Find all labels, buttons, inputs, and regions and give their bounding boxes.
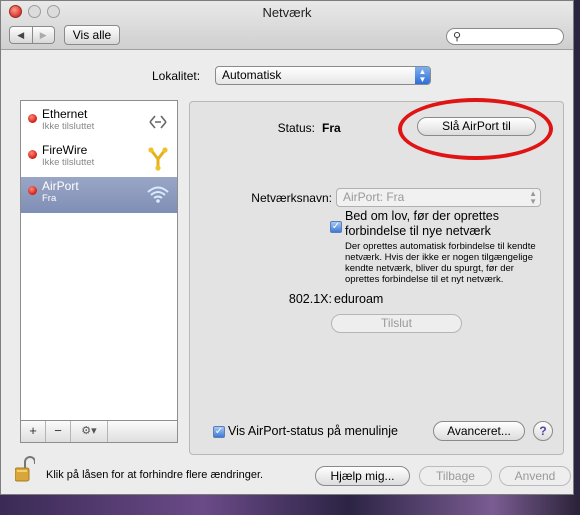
location-label: Lokalitet:	[152, 69, 201, 83]
window-title: Netværk	[262, 5, 312, 20]
status-value: Fra	[322, 121, 341, 135]
connect-button[interactable]: Tilslut	[331, 314, 462, 333]
back-button[interactable]: ◀	[10, 27, 32, 43]
service-item-firewire[interactable]: FireWire Ikke tilsluttet	[21, 141, 177, 177]
remove-service-button[interactable]: −	[46, 421, 71, 442]
service-status: Fra	[42, 193, 57, 204]
network-name-value: AirPort: Fra	[343, 190, 405, 204]
show-all-button[interactable]: Vis alle	[64, 25, 120, 45]
service-name: AirPort	[42, 179, 79, 193]
8021x-label: 802.1X:	[288, 292, 332, 306]
titlebar: Netværk ◀ ▶ Vis alle ⚲	[1, 1, 573, 50]
service-item-airport[interactable]: AirPort Fra	[21, 177, 177, 213]
search-icon: ⚲	[453, 31, 462, 43]
assist-me-button[interactable]: Hjælp mig...	[315, 466, 410, 486]
service-status: Ikke tilsluttet	[42, 157, 95, 168]
advanced-button[interactable]: Avanceret...	[433, 421, 525, 441]
show-menu-status-checkbox[interactable]: ✓	[213, 426, 225, 438]
status-dot-icon	[28, 150, 37, 159]
network-name-select[interactable]: AirPort: Fra ▲ ▼	[336, 188, 541, 207]
search-field[interactable]: ⚲	[446, 28, 564, 45]
service-status: Ikke tilsluttet	[42, 121, 95, 132]
ethernet-icon	[149, 115, 167, 129]
location-value: Automatisk	[222, 68, 282, 82]
lock-message: Klik på låsen for at forhindre flere ænd…	[46, 469, 264, 481]
network-name-label: Netværksnavn:	[251, 191, 332, 205]
nav-buttons: ◀ ▶	[9, 26, 55, 44]
ask-to-join-description: Der oprettes automatisk forbindelse til …	[345, 241, 536, 285]
ask-to-join-checkbox[interactable]: ✓	[330, 221, 342, 233]
service-list: Ethernet Ikke tilsluttet FireWire Ikke t…	[20, 100, 178, 421]
status-dot-icon	[28, 114, 37, 123]
8021x-value: eduroam	[334, 292, 384, 306]
forward-button[interactable]: ▶	[31, 27, 55, 43]
desktop-background	[0, 495, 580, 515]
select-arrows-icon: ▲ ▼	[415, 67, 430, 84]
apply-button[interactable]: Anvend	[499, 466, 571, 486]
add-service-button[interactable]: +	[21, 421, 46, 442]
firewire-icon	[148, 147, 168, 171]
ask-to-join-label: Bed om lov, før der oprettes forbindelse…	[345, 209, 499, 238]
service-name: FireWire	[42, 143, 88, 157]
status-label: Status:	[277, 121, 315, 135]
gear-menu-button[interactable]: ⚙▾	[71, 421, 108, 442]
location-select[interactable]: Automatisk ▲ ▼	[215, 66, 431, 85]
show-menu-status-label: Vis AirPort-status på menulinje	[228, 424, 398, 438]
lock-icon[interactable]	[15, 456, 35, 482]
service-list-toolbar: + − ⚙▾	[20, 421, 178, 443]
service-item-ethernet[interactable]: Ethernet Ikke tilsluttet	[21, 105, 177, 141]
annotation-circle	[398, 98, 553, 160]
wifi-icon	[147, 186, 169, 203]
status-dot-icon	[28, 186, 37, 195]
select-arrows-icon: ▲ ▼	[529, 189, 537, 206]
revert-button[interactable]: Tilbage	[419, 466, 492, 486]
help-button[interactable]: ?	[533, 421, 553, 441]
service-name: Ethernet	[42, 107, 88, 121]
